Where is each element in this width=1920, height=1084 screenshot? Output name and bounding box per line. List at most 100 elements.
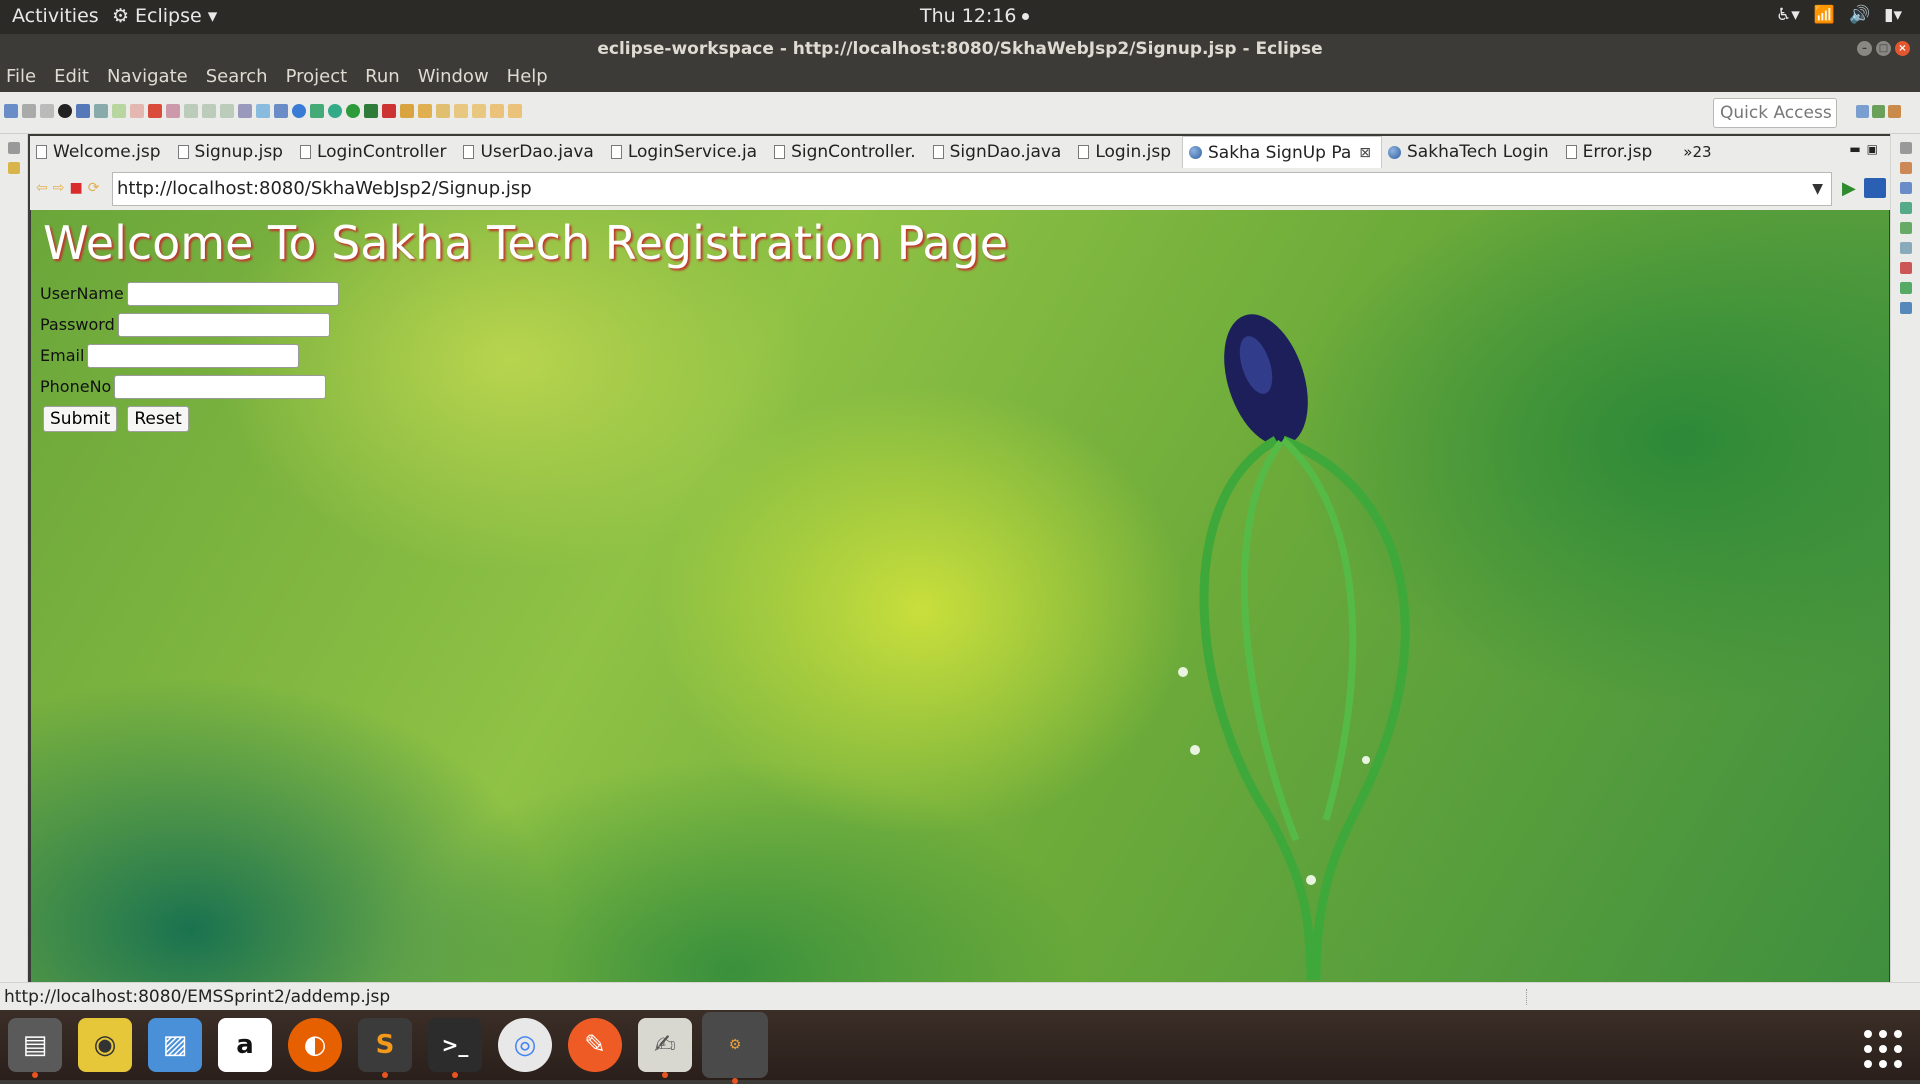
text-editor-icon[interactable]: ✍ [638, 1018, 692, 1078]
project-explorer-icon[interactable] [7, 162, 20, 174]
use-step-filters-icon[interactable] [256, 104, 270, 118]
tabs-overflow-button[interactable]: »23 [1683, 136, 1711, 168]
files-icon[interactable]: ▤ [8, 1018, 62, 1078]
activities-button[interactable]: Activities [12, 5, 99, 27]
postman-icon[interactable]: ✎ [568, 1018, 622, 1072]
back-icon[interactable] [490, 104, 504, 118]
submit-button[interactable]: Submit [43, 406, 118, 432]
outline-icon[interactable] [1899, 162, 1912, 174]
app-menu[interactable]: ⚙ Eclipse ▾ [112, 5, 217, 27]
tab-welcome-jsp[interactable]: Welcome.jsp [30, 136, 172, 168]
tab-userdao-java[interactable]: UserDao.java [457, 136, 604, 168]
snippets-icon[interactable] [1899, 262, 1912, 274]
disconnect-icon[interactable] [166, 104, 180, 118]
terminal-icon[interactable]: >_ [428, 1018, 482, 1078]
username-input[interactable] [126, 281, 339, 306]
tab-sakha-signup-page[interactable]: Sakha SignUp Pa ⊠ [1182, 136, 1383, 168]
clock[interactable]: Thu 12:16 [920, 5, 1030, 27]
system-tray[interactable]: ♿▾ 📶 🔊 ▮▾ [1776, 5, 1902, 25]
resume-icon[interactable] [112, 104, 126, 118]
suspend-icon[interactable] [130, 104, 144, 118]
menu-help[interactable]: Help [507, 64, 548, 92]
open-type-icon[interactable] [400, 104, 414, 118]
accessibility-icon[interactable]: ♿▾ [1776, 5, 1800, 25]
markers-icon[interactable] [1899, 202, 1912, 214]
chrome-icon[interactable]: ◎ [498, 1018, 552, 1072]
console-icon[interactable] [1899, 302, 1912, 314]
open-perspective-icon[interactable] [1856, 105, 1869, 118]
external-tools-icon[interactable] [310, 104, 324, 118]
firefox-icon[interactable]: ◐ [288, 1018, 342, 1072]
step-into-icon[interactable] [184, 104, 198, 118]
servers-icon[interactable] [1899, 222, 1912, 234]
server-icon[interactable] [58, 104, 72, 118]
menu-project[interactable]: Project [286, 64, 348, 92]
debug-icon[interactable] [328, 104, 342, 118]
open-resource-icon[interactable] [418, 104, 432, 118]
menu-file[interactable]: File [6, 64, 36, 92]
url-history-dropdown-icon[interactable]: ▼ [1812, 173, 1823, 205]
menu-window[interactable]: Window [418, 64, 489, 92]
refresh-icon[interactable]: ⟳ [88, 180, 100, 196]
email-input[interactable] [87, 343, 300, 368]
eclipse-javaee-icon[interactable]: ⚙ [702, 1012, 768, 1084]
new-server-icon[interactable] [274, 104, 288, 118]
tab-signcontroller[interactable]: SignController. [768, 136, 927, 168]
external-run-icon[interactable] [382, 104, 396, 118]
save-all-icon[interactable] [40, 104, 54, 118]
back-icon[interactable]: ⇦ [36, 180, 48, 196]
battery-icon[interactable]: ▮▾ [1884, 5, 1902, 25]
web-browser-icon[interactable] [292, 104, 306, 118]
drop-frame-icon[interactable] [238, 104, 252, 118]
menu-edit[interactable]: Edit [54, 64, 89, 92]
task-list-icon[interactable] [1899, 182, 1912, 194]
phone-input[interactable] [114, 374, 327, 399]
tab-signdao-java[interactable]: SignDao.java [927, 136, 1073, 168]
tab-error-jsp[interactable]: Error.jsp [1560, 136, 1664, 168]
restore-icon[interactable] [7, 142, 20, 154]
next-annotation-icon[interactable] [454, 104, 468, 118]
password-input[interactable] [117, 312, 330, 337]
forward-icon[interactable]: ⇨ [53, 180, 65, 196]
open-external-browser-icon[interactable] [1864, 178, 1886, 198]
quick-access-input[interactable]: Quick Access [1713, 98, 1837, 128]
url-input[interactable]: http://localhost:8080/SkhaWebJsp2/Signup… [112, 172, 1832, 206]
open-console-icon[interactable] [76, 104, 90, 118]
data-source-icon[interactable] [1899, 242, 1912, 254]
step-return-icon[interactable] [220, 104, 234, 118]
close-tab-icon[interactable]: ⊠ [1359, 145, 1371, 161]
tab-sakhatech-login[interactable]: SakhaTech Login [1382, 136, 1560, 168]
maximize-icon[interactable]: ▣ [1867, 142, 1878, 156]
menu-search[interactable]: Search [206, 64, 268, 92]
minimize-icon[interactable]: – [1857, 41, 1872, 56]
show-applications-icon[interactable] [1864, 1030, 1902, 1068]
volume-icon[interactable]: 🔊 [1849, 5, 1870, 25]
image-viewer-icon[interactable]: ▨ [148, 1018, 202, 1072]
terminate-icon[interactable] [148, 104, 162, 118]
tab-signup-jsp[interactable]: Signup.jsp [172, 136, 294, 168]
new-icon[interactable] [4, 104, 18, 118]
forward-icon[interactable] [508, 104, 522, 118]
amazon-icon[interactable]: a [218, 1018, 272, 1072]
close-icon[interactable]: × [1895, 41, 1910, 56]
tab-logincontroller[interactable]: LoginController [294, 136, 457, 168]
skip-breakpoints-icon[interactable] [94, 104, 108, 118]
menu-run[interactable]: Run [365, 64, 400, 92]
reset-button[interactable]: Reset [127, 406, 189, 432]
restore-icon[interactable] [1899, 142, 1912, 154]
wifi-icon[interactable]: 📶 [1814, 5, 1835, 25]
search-icon[interactable] [436, 104, 450, 118]
save-icon[interactable] [22, 104, 36, 118]
stop-icon[interactable]: ■ [69, 180, 82, 196]
problems-icon[interactable] [1899, 282, 1912, 294]
rhythmbox-icon[interactable]: ◉ [78, 1018, 132, 1072]
go-icon[interactable]: ▶ [1842, 178, 1856, 199]
minimize-icon[interactable]: ▬ [1849, 142, 1860, 156]
step-over-icon[interactable] [202, 104, 216, 118]
java-perspective-icon[interactable] [1888, 105, 1901, 118]
sublime-text-icon[interactable]: S [358, 1018, 412, 1078]
javaee-perspective-icon[interactable] [1872, 105, 1885, 118]
tab-loginservice[interactable]: LoginService.ja [605, 136, 768, 168]
previous-annotation-icon[interactable] [472, 104, 486, 118]
maximize-icon[interactable]: □ [1876, 41, 1891, 56]
